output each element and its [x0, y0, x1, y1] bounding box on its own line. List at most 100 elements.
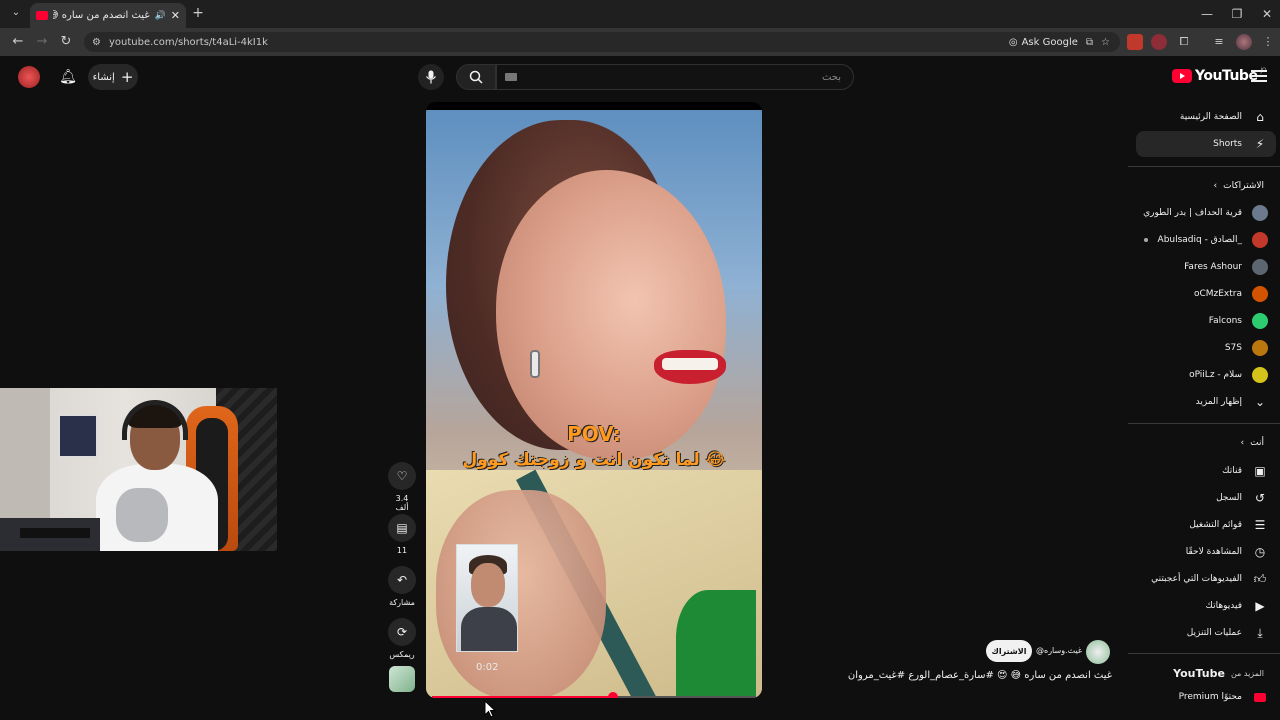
chevron-left-icon: ‹ [1240, 438, 1245, 448]
video-icon: ▶ [1255, 599, 1265, 613]
notifications-bell-icon[interactable]: 🔔︎ [57, 66, 79, 88]
back-icon[interactable]: ← [8, 32, 28, 52]
browser-menu-icon[interactable]: ⋮ [1260, 34, 1276, 50]
close-icon[interactable]: ✕ [1252, 4, 1280, 24]
you-header[interactable]: ‹ أنت [1136, 433, 1276, 453]
search-button[interactable] [456, 64, 496, 90]
extension-1-icon[interactable] [1127, 34, 1143, 50]
history-icon: ↺ [1254, 491, 1266, 505]
sidebar-item-your-videos[interactable]: فيديوهاتك ▶ [1136, 593, 1276, 619]
hamburger-menu-icon[interactable] [1251, 68, 1267, 84]
sidebar-subscription[interactable]: Fares Ashour [1136, 254, 1276, 280]
channel-icon: ▣ [1254, 464, 1266, 478]
sidebar-item-premium[interactable]: Premium محتوًا [1136, 684, 1276, 710]
install-icon[interactable]: ⧉ [1086, 37, 1101, 48]
webcam-keyboard [20, 528, 90, 538]
youtube-favicon-icon [36, 11, 48, 20]
sidebar-subscription[interactable]: oPiiLz - سلام [1136, 362, 1276, 388]
sidebar-item-playlists[interactable]: قوائم التشغيل ☰ [1136, 512, 1276, 538]
address-bar[interactable]: ⚙ youtube.com/shorts/t4aLi-4kI1k ◎ Ask G… [84, 32, 1120, 52]
ask-google-button[interactable]: ◎ Ask Google [1009, 37, 1086, 48]
more-from-label: المزيد من [1230, 668, 1264, 678]
sidebar-item-shorts[interactable]: Shorts ⚡ [1136, 131, 1276, 157]
tab-close-icon[interactable]: ✕ [171, 9, 180, 22]
comment-icon[interactable]: ▤ [388, 514, 416, 542]
video-timestamp: 0:02 [476, 662, 499, 673]
more-from-youtube-header: YouTube المزيد من [1136, 663, 1276, 683]
sidebar-item-liked-videos[interactable]: الفيديوهات التي أعجبتني 👍︎ [1136, 566, 1276, 592]
sidebar-subscription[interactable]: S7S [1136, 335, 1276, 361]
search-input[interactable]: بحث [496, 64, 854, 90]
reload-icon[interactable]: ↻ [56, 32, 76, 52]
sidebar-item-watch-later[interactable]: المشاهدة لاحقًا ◷ [1136, 539, 1276, 565]
site-info-icon[interactable]: ⚙ [92, 37, 101, 48]
share-icon[interactable]: ↶ [388, 566, 416, 594]
video-title[interactable]: غيث انصدم من ساره 😅 😍 #سارة_عصام_الورع #… [848, 670, 1112, 681]
extension-2-icon[interactable] [1151, 34, 1167, 50]
like-heart-icon[interactable]: ♡ [388, 462, 416, 490]
voice-search-mic-icon[interactable] [418, 64, 444, 90]
share-label: مشاركة [389, 598, 415, 607]
forward-icon[interactable]: → [32, 32, 52, 52]
sidebar-item-label: Shorts [1213, 139, 1242, 149]
channel-avatar [1252, 205, 1268, 221]
youtube-premium-icon [1252, 689, 1268, 705]
sidebar-subscription[interactable]: قرية الحداف | بدر الطوري [1136, 200, 1276, 226]
subscription-name: S7S [1224, 343, 1242, 353]
tab-list-button[interactable]: ⌄ [8, 5, 24, 21]
bookmark-star-icon[interactable]: ☆ [1101, 37, 1120, 48]
sidebar-divider [1128, 166, 1280, 167]
sidebar-subscription[interactable]: oCMzExtra [1136, 281, 1276, 307]
speaker-icon[interactable]: 🔊 [155, 11, 166, 21]
guide-sidebar: الصفحة الرئيسية ⌂ Shorts ⚡ ‹ الاشتراكات … [1128, 100, 1280, 720]
keyboard-icon[interactable] [505, 73, 517, 81]
ask-google-label: Ask Google [1021, 36, 1078, 48]
new-tab-button[interactable]: + [190, 5, 206, 21]
channel-avatar [1252, 367, 1268, 383]
progress-fill [432, 696, 614, 698]
restore-icon[interactable]: ❐ [1222, 4, 1252, 24]
browser-tab-active[interactable]: غيث انصدم من ساره 😅😍 #... 🔊 ✕ [30, 3, 186, 28]
you-title: أنت [1250, 438, 1264, 448]
plus-icon: + [120, 68, 134, 86]
lens-icon: ◎ [1008, 36, 1018, 48]
channel-handle[interactable]: @غيث.وساره [1036, 646, 1082, 655]
sidebar-item-label: Premium محتوًا [1178, 692, 1242, 702]
like-icon: 👍︎ [1253, 571, 1267, 586]
webcam-shirt-print [116, 488, 168, 542]
search-icon [469, 70, 483, 84]
sound-channel-thumbnail[interactable] [389, 666, 415, 692]
shorts-video-player[interactable]: POV: لما تكون انت و زوجتك كوول 😂 0:02 [426, 102, 762, 698]
subscription-name: Falcons [1208, 316, 1242, 326]
minimize-icon[interactable]: — [1192, 4, 1222, 24]
comment-action[interactable]: ▤ 11 [388, 514, 416, 555]
channel-avatar[interactable] [1086, 640, 1110, 664]
subscribe-button[interactable]: الاشتراك [986, 640, 1032, 662]
like-action[interactable]: ♡ 3.4 ألف [388, 462, 416, 512]
sidebar-item-downloads[interactable]: عمليات التنزيل ⤓ [1136, 620, 1276, 646]
remix-icon[interactable]: ⟳ [388, 618, 416, 646]
video-face [496, 170, 726, 460]
video-caption-pov: POV: [567, 422, 621, 446]
sidebar-item-history[interactable]: السجل ↺ [1136, 485, 1276, 511]
extensions-puzzle-icon[interactable]: ⧠ [1176, 34, 1192, 50]
subscriptions-header[interactable]: ‹ الاشتراكات [1136, 176, 1276, 196]
sidebar-subscription[interactable]: Abulsadiq - الصادق_ [1136, 227, 1276, 253]
sidebar-item-your-channel[interactable]: قناتك ▣ [1136, 458, 1276, 484]
remix-action[interactable]: ⟳ ريمكس [388, 618, 416, 659]
share-action[interactable]: ↶ مشاركة [388, 566, 416, 607]
browser-tab-strip: ⌄ غيث انصدم من ساره 😅😍 #... 🔊 ✕ + — ❐ ✕ [0, 0, 1280, 28]
profile-avatar[interactable] [1236, 34, 1252, 50]
subscriptions-title: الاشتراكات [1223, 181, 1264, 191]
sidebar-item-label: عمليات التنزيل [1186, 628, 1242, 638]
channel-avatar [1252, 232, 1268, 248]
show-more-button[interactable]: إظهار المزيد ⌄ [1136, 389, 1276, 415]
account-avatar[interactable] [18, 66, 40, 88]
sidebar-subscription[interactable]: Falcons [1136, 308, 1276, 334]
progress-bar[interactable] [432, 692, 756, 698]
create-button[interactable]: إنشاء + [88, 64, 138, 90]
subscription-name: قرية الحداف | بدر الطوري [1143, 208, 1242, 218]
media-controls-icon[interactable]: ≡ [1211, 34, 1227, 50]
sidebar-item-home[interactable]: الصفحة الرئيسية ⌂ [1136, 104, 1276, 130]
sidebar-item-label: المشاهدة لاحقًا [1185, 547, 1242, 557]
